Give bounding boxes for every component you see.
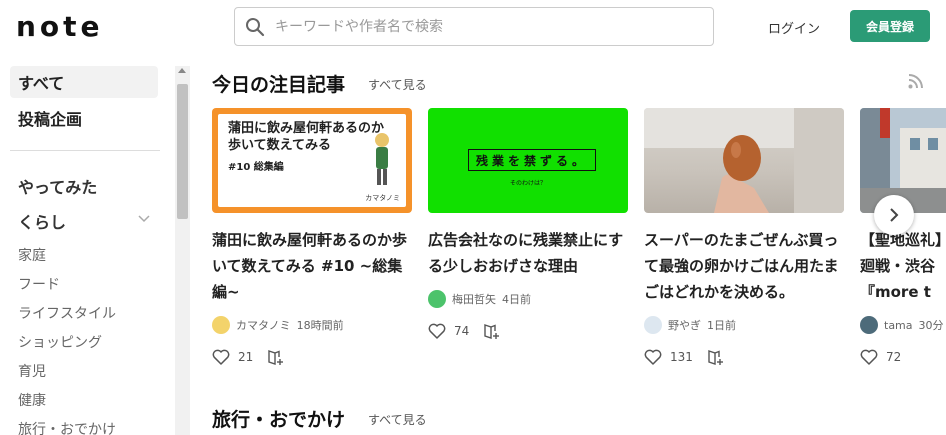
article-card[interactable]: 【聖地巡礼】 廻戦・渋谷 『more t tama 30分 72 [860, 108, 946, 365]
avatar[interactable] [428, 290, 446, 308]
like-count: 131 [670, 350, 693, 364]
sidebar-sub-home[interactable]: 家庭 [18, 245, 46, 265]
header: note ログイン 会員登録 [0, 0, 946, 54]
article-card[interactable]: スーパーのたまごぜんぶ買って最強の卵かけごはん用たまごはどれかを決める。 野やぎ… [644, 108, 844, 365]
chevron-down-icon[interactable] [138, 212, 150, 224]
article-thumbnail[interactable] [644, 108, 844, 213]
sidebar-sub-travel[interactable]: 旅行・おでかけ [18, 419, 116, 435]
post-time: 1日前 [707, 319, 736, 332]
see-all-link-featured[interactable]: すべて見る [368, 76, 427, 93]
like-count: 72 [886, 350, 902, 364]
thumbnail-subtitle: そのわけは？ [509, 180, 546, 187]
avatar[interactable] [212, 316, 230, 334]
section-title-featured: 今日の注目記事 [212, 74, 346, 96]
search-box[interactable] [234, 7, 714, 46]
sidebar-category-yattemita[interactable]: やってみた [18, 174, 97, 198]
author-name[interactable]: 梅田哲矢 [452, 291, 496, 307]
article-actions: 21 [212, 349, 412, 365]
article-author[interactable]: tama 30分 [860, 313, 946, 337]
section-title-travel: 旅行・おでかけ [212, 409, 346, 431]
article-author[interactable]: カマタノミ 18時間前 [212, 313, 412, 337]
sidebar-sub-lifestyle[interactable]: ライフスタイル [18, 303, 116, 323]
thumbnail-title: 残業を禁ずる。 [468, 149, 596, 171]
search-input[interactable] [275, 16, 695, 38]
signup-button[interactable]: 会員登録 [850, 10, 930, 42]
add-to-magazine-icon[interactable] [483, 323, 501, 339]
article-title[interactable]: スーパーのたまごぜんぶ買って最強の卵かけごはん用たまごはどれかを決める。 [644, 227, 844, 305]
author-name[interactable]: カマタノミ [236, 317, 291, 333]
sidebar-scrollbar-thumb[interactable] [177, 84, 188, 219]
sidebar-sub-childcare[interactable]: 育児 [18, 361, 46, 381]
like-count: 74 [454, 324, 470, 338]
article-actions: 72 [860, 349, 946, 365]
article-thumbnail[interactable]: 残業を禁ずる。 そのわけは？ [428, 108, 628, 213]
article-card[interactable]: 蒲田に飲み屋何軒あるのか 歩いて数えてみる #10 総集編 カマタノミ 蒲田に飲… [212, 108, 412, 365]
egg-photo [644, 108, 844, 213]
heart-icon[interactable] [212, 349, 230, 365]
carousel-next-button[interactable] [874, 195, 914, 235]
article-author[interactable]: 野やぎ 1日前 [644, 313, 844, 337]
article-title[interactable]: 【聖地巡礼】 廻戦・渋谷 『more t [860, 227, 946, 305]
article-actions: 74 [428, 323, 628, 339]
rss-icon[interactable] [908, 73, 924, 89]
post-time: 18時間前 [296, 319, 344, 332]
like-count: 21 [238, 350, 254, 364]
heart-icon[interactable] [860, 349, 878, 365]
login-link[interactable]: ログイン [768, 18, 820, 37]
sidebar-category-kurashi[interactable]: くらし [18, 209, 66, 233]
avatar[interactable] [860, 316, 878, 334]
article-author[interactable]: 梅田哲矢 4日前 [428, 287, 628, 311]
sidebar-item-all[interactable]: すべて [10, 66, 158, 98]
article-actions: 131 [644, 349, 844, 365]
post-time: 30分 [918, 319, 944, 332]
sidebar: すべて 投稿企画 やってみた くらし 家庭 フード ライフスタイル ショッピング… [0, 62, 175, 435]
note-logo[interactable]: note [16, 10, 104, 43]
thumbnail-brand: カマタノミ [365, 194, 400, 202]
article-card[interactable]: 残業を禁ずる。 そのわけは？ 広告会社なのに残業禁止にする少しおおげさな理由 梅… [428, 108, 628, 339]
article-title[interactable]: 蒲田に飲み屋何軒あるのか歩いて数えてみる #10 ~総集編~ [212, 227, 412, 305]
add-to-magazine-icon[interactable] [267, 349, 285, 365]
sidebar-sub-food[interactable]: フード [18, 274, 60, 294]
thumbnail-title: 蒲田に飲み屋何軒あるのか 歩いて数えてみる [228, 121, 385, 153]
main-content: 今日の注目記事 すべて見る 蒲田に飲み屋何軒あるのか 歩いて数えてみる #10 … [212, 62, 946, 435]
search-icon [246, 18, 265, 37]
sidebar-sub-health[interactable]: 健康 [18, 390, 46, 410]
chevron-right-icon [890, 208, 899, 222]
heart-icon[interactable] [644, 349, 662, 365]
author-name[interactable]: tama [884, 319, 913, 332]
sidebar-sub-shopping[interactable]: ショッピング [18, 332, 102, 352]
post-time: 4日前 [502, 293, 531, 306]
add-to-magazine-icon[interactable] [707, 349, 725, 365]
sidebar-item-contests[interactable]: 投稿企画 [10, 102, 158, 134]
article-thumbnail[interactable]: 蒲田に飲み屋何軒あるのか 歩いて数えてみる #10 総集編 カマタノミ [212, 108, 412, 213]
scroll-up-arrow-icon[interactable] [178, 68, 186, 73]
avatar[interactable] [644, 316, 662, 334]
sidebar-divider [10, 150, 160, 151]
see-all-link-travel[interactable]: すべて見る [368, 411, 427, 428]
author-name[interactable]: 野やぎ [668, 317, 701, 333]
figure-illustration [375, 133, 389, 185]
heart-icon[interactable] [428, 323, 446, 339]
thumbnail-subtitle: #10 総集編 [228, 162, 284, 173]
